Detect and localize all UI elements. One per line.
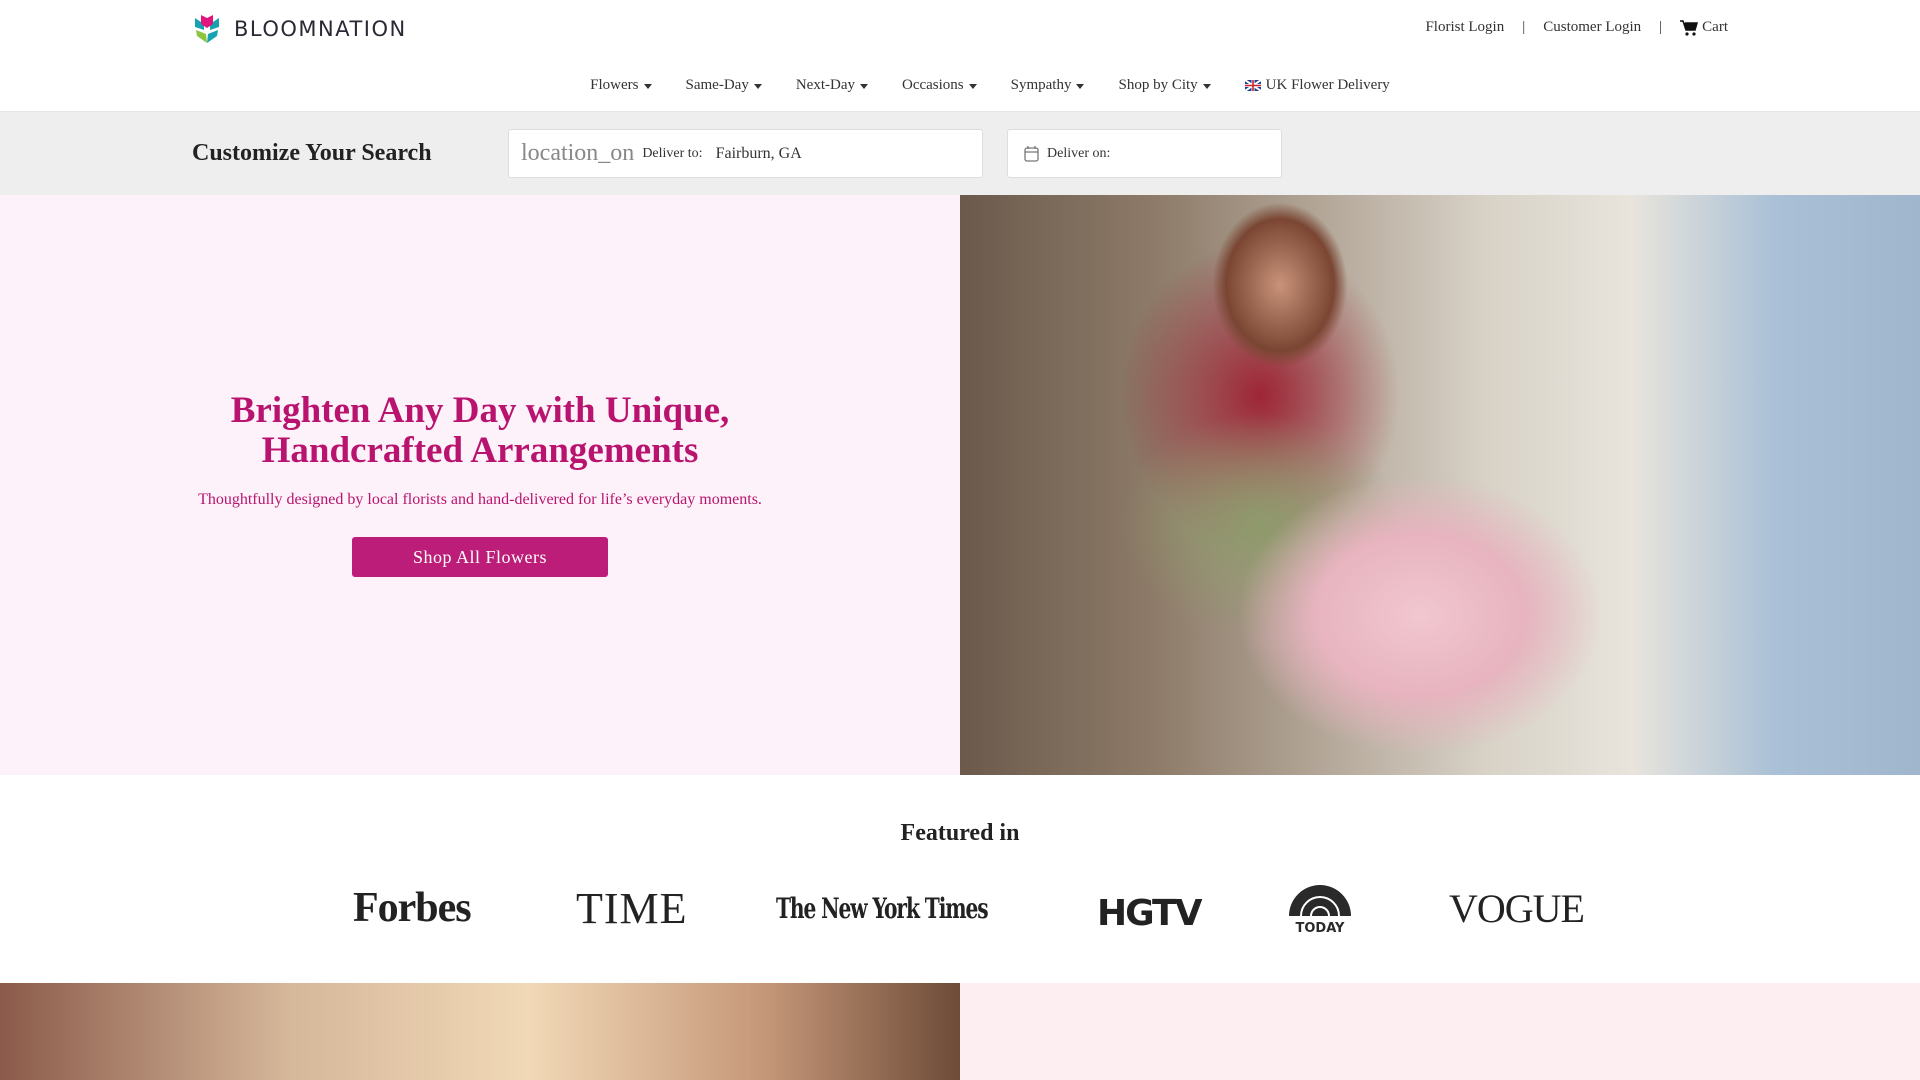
location-icon: location_on <box>521 140 635 166</box>
calendar-icon <box>1024 146 1039 162</box>
nav-label: Next-Day <box>795 76 855 93</box>
deliver-on-label: Deliver on: <box>1047 145 1111 161</box>
nav-next-day[interactable]: Next-Day <box>796 72 868 98</box>
deliver-on-input[interactable]: Deliver on: <box>1007 129 1282 178</box>
caret-down-icon <box>753 83 762 89</box>
today-text: TODAY <box>1295 921 1345 936</box>
nav-sympathy[interactable]: Sympathy <box>1011 72 1085 98</box>
nav-label: Shop by City <box>1118 76 1198 93</box>
nav-label: UK Flower Delivery <box>1265 76 1390 93</box>
shop-all-flowers-button[interactable]: Shop All Flowers <box>352 537 608 577</box>
florist-login-link[interactable]: Florist Login <box>1425 19 1504 36</box>
featured-title: Featured in <box>900 820 1020 846</box>
cart-icon <box>1680 19 1699 36</box>
time-logo: TIME <box>576 883 688 933</box>
florist-image <box>0 983 960 1080</box>
forbes-logo: Forbes <box>353 885 472 931</box>
nav-same-day[interactable]: Same-Day <box>686 72 762 98</box>
caret-down-icon <box>1202 83 1211 89</box>
today-logo: TODAY <box>1287 882 1353 936</box>
nav-occasions[interactable]: Occasions <box>902 72 977 98</box>
nav-label: Sympathy <box>1010 76 1072 93</box>
deliver-to-label: Deliver to: <box>642 145 703 161</box>
separator: | <box>1659 19 1663 35</box>
caret-down-icon <box>968 83 977 89</box>
uk-flag-icon <box>1244 79 1261 91</box>
nyt-logo: The New York Times <box>776 891 989 925</box>
hero-subtitle: Thoughtfully designed by local florists … <box>198 491 762 508</box>
hgtv-logo: HGTV <box>1097 892 1202 934</box>
customer-login-link[interactable]: Customer Login <box>1543 19 1641 36</box>
nav-label: Flowers <box>590 76 639 93</box>
cart-link[interactable]: Cart <box>1680 19 1728 36</box>
deliver-to-value: Fairburn, GA <box>715 144 802 162</box>
nav-uk-delivery[interactable]: UK Flower Delivery <box>1244 72 1390 98</box>
headline-line: Handcrafted Arrangements <box>261 430 699 471</box>
search-bar: Customize Your Search location_on Delive… <box>0 112 1920 195</box>
today-sun-icon <box>1289 885 1351 917</box>
top-links: Florist Login | Customer Login | Cart <box>1425 19 1728 36</box>
vogue-logo: VOGUE <box>1449 885 1585 931</box>
nav-flowers[interactable]: Flowers <box>590 72 652 98</box>
nav-label: Occasions <box>901 76 964 93</box>
search-title: Customize Your Search <box>192 140 432 166</box>
promo-panel <box>960 983 1920 1080</box>
caret-down-icon <box>643 83 652 89</box>
brand-name: BLOOMNATION <box>234 17 407 41</box>
brand-logo[interactable]: BLOOMNATION <box>192 14 407 44</box>
heart-flower-icon <box>195 15 219 43</box>
separator: | <box>1522 19 1526 35</box>
hero-headline: Brighten Any Day with Unique, Handcrafted… <box>0 391 960 471</box>
deliver-to-input[interactable]: location_on Deliver to: Fairburn, GA <box>508 129 983 178</box>
nav-shop-by-city[interactable]: Shop by City <box>1118 72 1211 98</box>
headline-line: Brighten Any Day with Unique, <box>230 390 730 431</box>
hero-section: Brighten Any Day with Unique, Handcrafted… <box>0 195 1920 775</box>
hero-text-panel: Brighten Any Day with Unique, Handcrafted… <box>0 195 960 775</box>
main-nav: Flowers Same-Day Next-Day Occasions Symp… <box>0 72 1920 112</box>
caret-down-icon <box>1076 83 1085 89</box>
caret-down-icon <box>859 83 868 89</box>
cart-label: Cart <box>1702 19 1728 35</box>
nav-label: Same-Day <box>685 76 749 93</box>
hero-image <box>960 195 1920 775</box>
